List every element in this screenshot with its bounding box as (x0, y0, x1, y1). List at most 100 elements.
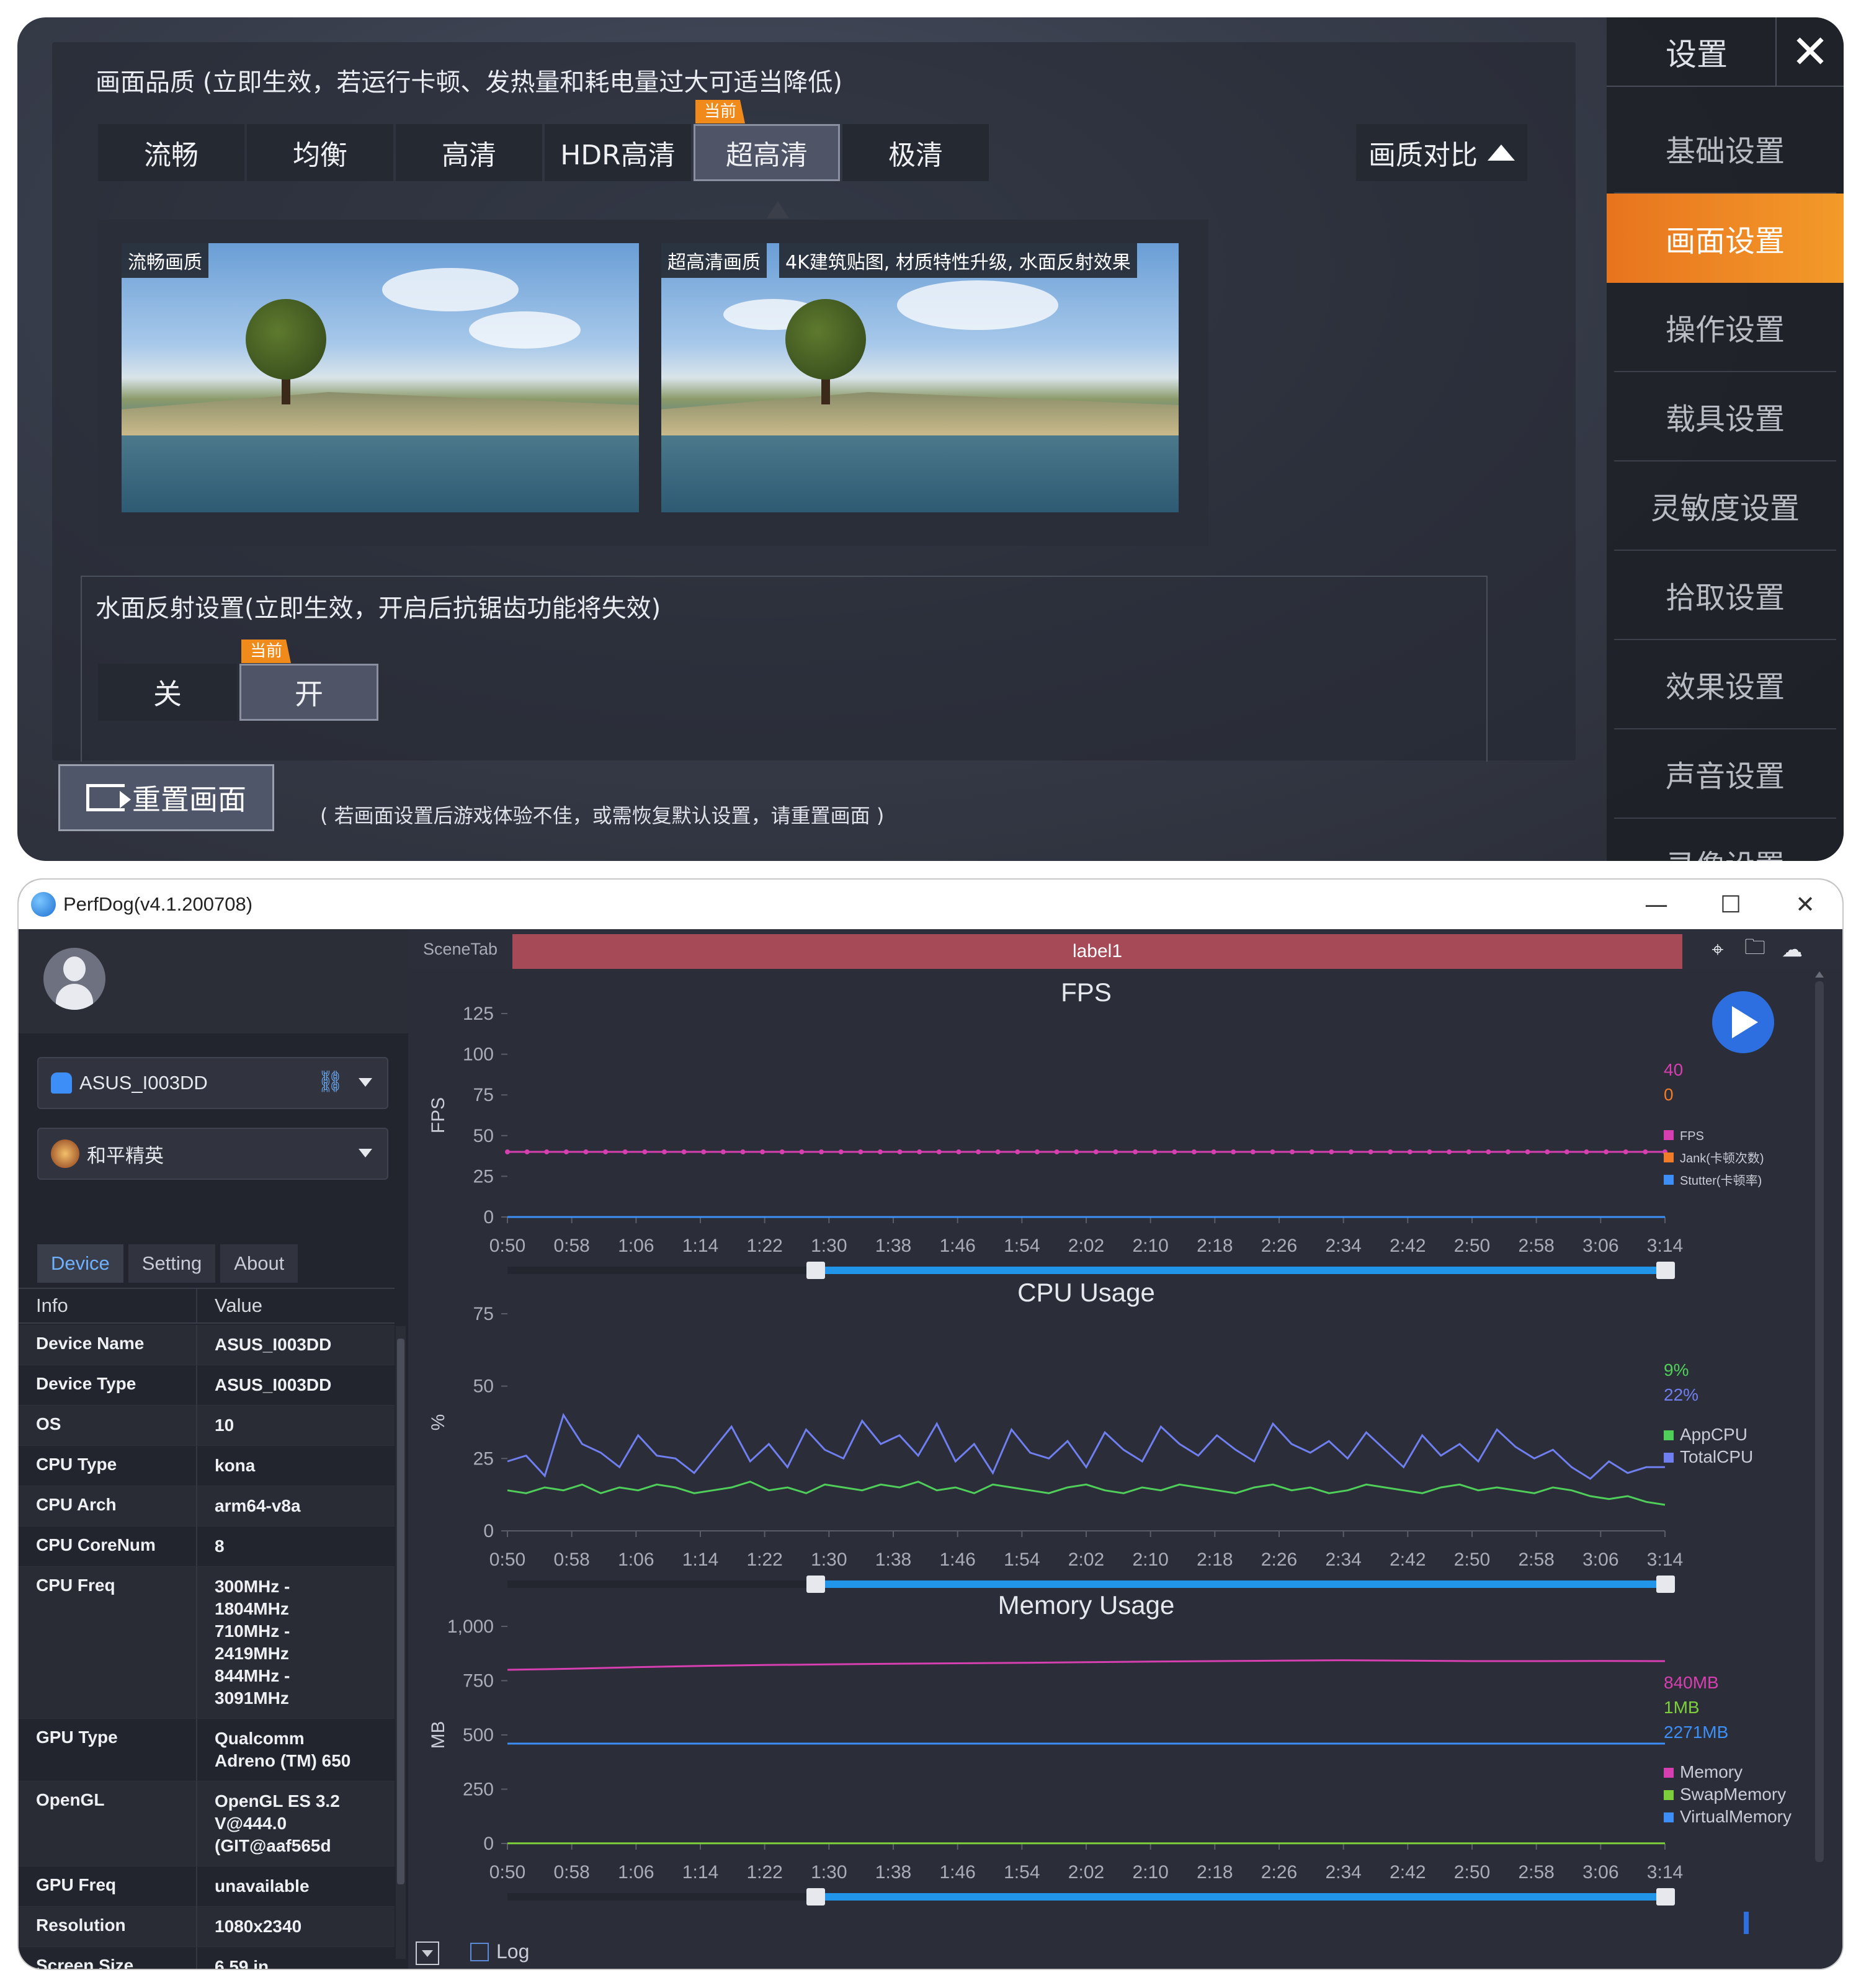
close-icon[interactable]: ✕ (1775, 17, 1844, 87)
legend-label: FPS (1680, 1130, 1704, 1143)
close-icon[interactable]: ✕ (1768, 880, 1842, 929)
current-badge: 当前 (695, 100, 746, 123)
cloud-icon[interactable]: ☁ (1779, 937, 1805, 963)
x-tick-label: 3:14 (1647, 1862, 1683, 1883)
log-checkbox[interactable] (470, 1943, 489, 1961)
range-handle-right (1656, 1888, 1675, 1906)
info-value: 6.59 in (215, 1957, 269, 1970)
tab-setting[interactable]: Setting (128, 1244, 216, 1283)
info-row: Device Name ASUS_I003DD (19, 1325, 395, 1365)
info-key: OpenGL (19, 1781, 197, 1866)
fps-point (1643, 1149, 1648, 1155)
reset-graphics-button[interactable]: 重置画面 (58, 764, 274, 831)
legend-swatch (1664, 1768, 1674, 1778)
info-key: GPU Freq (19, 1866, 197, 1906)
x-tick-label: 3:06 (1582, 1236, 1618, 1256)
quality-tab[interactable]: 均衡 (247, 124, 393, 181)
sidebar-item-sound[interactable]: 声音设置 (1614, 729, 1836, 819)
quality-tab[interactable]: 极清 (842, 124, 989, 181)
fps-point (642, 1149, 648, 1155)
info-key: Device Type (19, 1365, 197, 1405)
quality-tab[interactable]: 流畅 (98, 124, 244, 181)
location-icon[interactable]: ⌖ (1705, 937, 1731, 963)
info-row: GPU Freq unavailable (19, 1866, 395, 1907)
app-select[interactable]: 和平精英 (37, 1128, 388, 1180)
x-tick-label: 1:30 (811, 1549, 847, 1570)
collapse-icon[interactable] (416, 1941, 439, 1965)
x-tick-label: 1:22 (746, 1549, 782, 1570)
fps-point (1074, 1149, 1079, 1155)
preview-desc: 4K建筑贴图, 材质特性升级, 水面反射效果 (779, 243, 1137, 278)
water-on-button[interactable]: 开 当前 (239, 640, 378, 721)
quality-tab[interactable]: HDR高清 (545, 124, 691, 181)
sidebar-item-effects[interactable]: 效果设置 (1614, 640, 1836, 729)
fps-point (1604, 1149, 1609, 1155)
sidebar-item-recording[interactable]: 录像设置 (1614, 819, 1836, 861)
y-tick-label: 1,000 (447, 1616, 494, 1637)
quality-compare-button[interactable]: 画质对比 (1356, 124, 1527, 181)
minimize-icon[interactable]: — (1619, 880, 1694, 929)
sidebar-item-graphics[interactable]: 画面设置 (1607, 194, 1844, 283)
x-tick-label: 2:42 (1390, 1549, 1426, 1570)
info-row: OS 10 (19, 1406, 395, 1446)
water-off-button[interactable]: 关 (98, 664, 237, 721)
maximize-icon[interactable]: ☐ (1694, 880, 1768, 929)
quality-tab-label: 超高清 (726, 140, 808, 171)
legend-swatch (1664, 1453, 1674, 1463)
range-handle-right (1656, 1576, 1675, 1593)
sidebar-item-basic[interactable]: 基础设置 (1614, 104, 1836, 194)
x-tick-label: 1:54 (1004, 1236, 1040, 1256)
current-value: 1MB (1664, 1698, 1700, 1717)
x-tick-label: 1:54 (1004, 1862, 1040, 1883)
fps-point (740, 1149, 746, 1155)
y-tick-label: 750 (463, 1671, 494, 1692)
x-tick-label: 0:50 (489, 1236, 525, 1256)
reset-hint: ( 若画面设置后游戏体验不佳，或需恢复默认设置，请重置画面 ) (320, 804, 885, 827)
y-tick-label: 0 (483, 1834, 494, 1854)
x-tick-label: 2:18 (1197, 1549, 1233, 1570)
scene-label[interactable]: label1 (512, 934, 1682, 969)
quality-title: 画面品质 (立即生效，若运行卡顿、发热量和耗电量过大可适当降低) (96, 68, 842, 97)
range-selection (815, 1580, 1665, 1588)
sidebar-item-pickup[interactable]: 拾取设置 (1614, 551, 1836, 640)
y-tick-label: 500 (463, 1725, 494, 1745)
sidebar-item-controls[interactable]: 操作设置 (1614, 283, 1836, 372)
quality-tab[interactable]: 高清 (396, 124, 542, 181)
folder-icon[interactable]: 🗀 (1742, 935, 1768, 963)
water-on-label: 开 (295, 677, 323, 711)
legend-label: Memory (1680, 1762, 1743, 1781)
info-key: CPU Arch (19, 1486, 197, 1526)
x-tick-label: 1:22 (746, 1862, 782, 1883)
fps-point (1388, 1149, 1393, 1155)
fps-point (1525, 1149, 1530, 1155)
series-line (507, 1412, 1665, 1480)
info-scrollbar[interactable] (396, 1326, 406, 1959)
sidebar-item-vehicle[interactable]: 载具设置 (1614, 372, 1836, 461)
info-key: OS (19, 1406, 197, 1445)
tab-about[interactable]: About (220, 1244, 298, 1283)
fps-point (1545, 1149, 1550, 1155)
bottom-bar: Log (408, 1934, 1842, 1969)
info-value: OpenGL ES 3.2 V@444.0 (GIT@aaf565d (215, 1791, 340, 1855)
x-tick-label: 1:22 (746, 1236, 782, 1256)
device-select[interactable]: ASUS_I003DD ⛓ (37, 1057, 388, 1109)
fps-point (1407, 1149, 1412, 1155)
x-tick-label: 2:26 (1261, 1236, 1297, 1256)
avatar[interactable] (43, 948, 105, 1010)
range-handle-left (806, 1576, 825, 1593)
tab-device[interactable]: Device (37, 1244, 123, 1283)
settings-sidebar: 设置 ✕ 基础设置 画面设置 操作设置 载具设置 灵敏度设置 拾取设置 效果设置… (1607, 17, 1844, 861)
scene-tab[interactable]: SceneTab (408, 929, 512, 969)
sidebar-item-sensitivity[interactable]: 灵敏度设置 (1614, 461, 1836, 551)
fps-point (1113, 1149, 1118, 1155)
x-tick-label: 0:50 (489, 1862, 525, 1883)
quality-tab-active[interactable]: 超高清 当前 (694, 100, 840, 181)
fps-point (1505, 1149, 1511, 1155)
x-tick-label: 0:50 (489, 1549, 525, 1570)
link-icon[interactable]: ⛓ (317, 1069, 344, 1094)
fps-point (897, 1149, 903, 1155)
legend-swatch (1664, 1175, 1674, 1185)
series-line (507, 1659, 1666, 1671)
preview-image-smooth: 流畅画质 (122, 243, 639, 512)
x-tick-label: 2:18 (1197, 1862, 1233, 1883)
